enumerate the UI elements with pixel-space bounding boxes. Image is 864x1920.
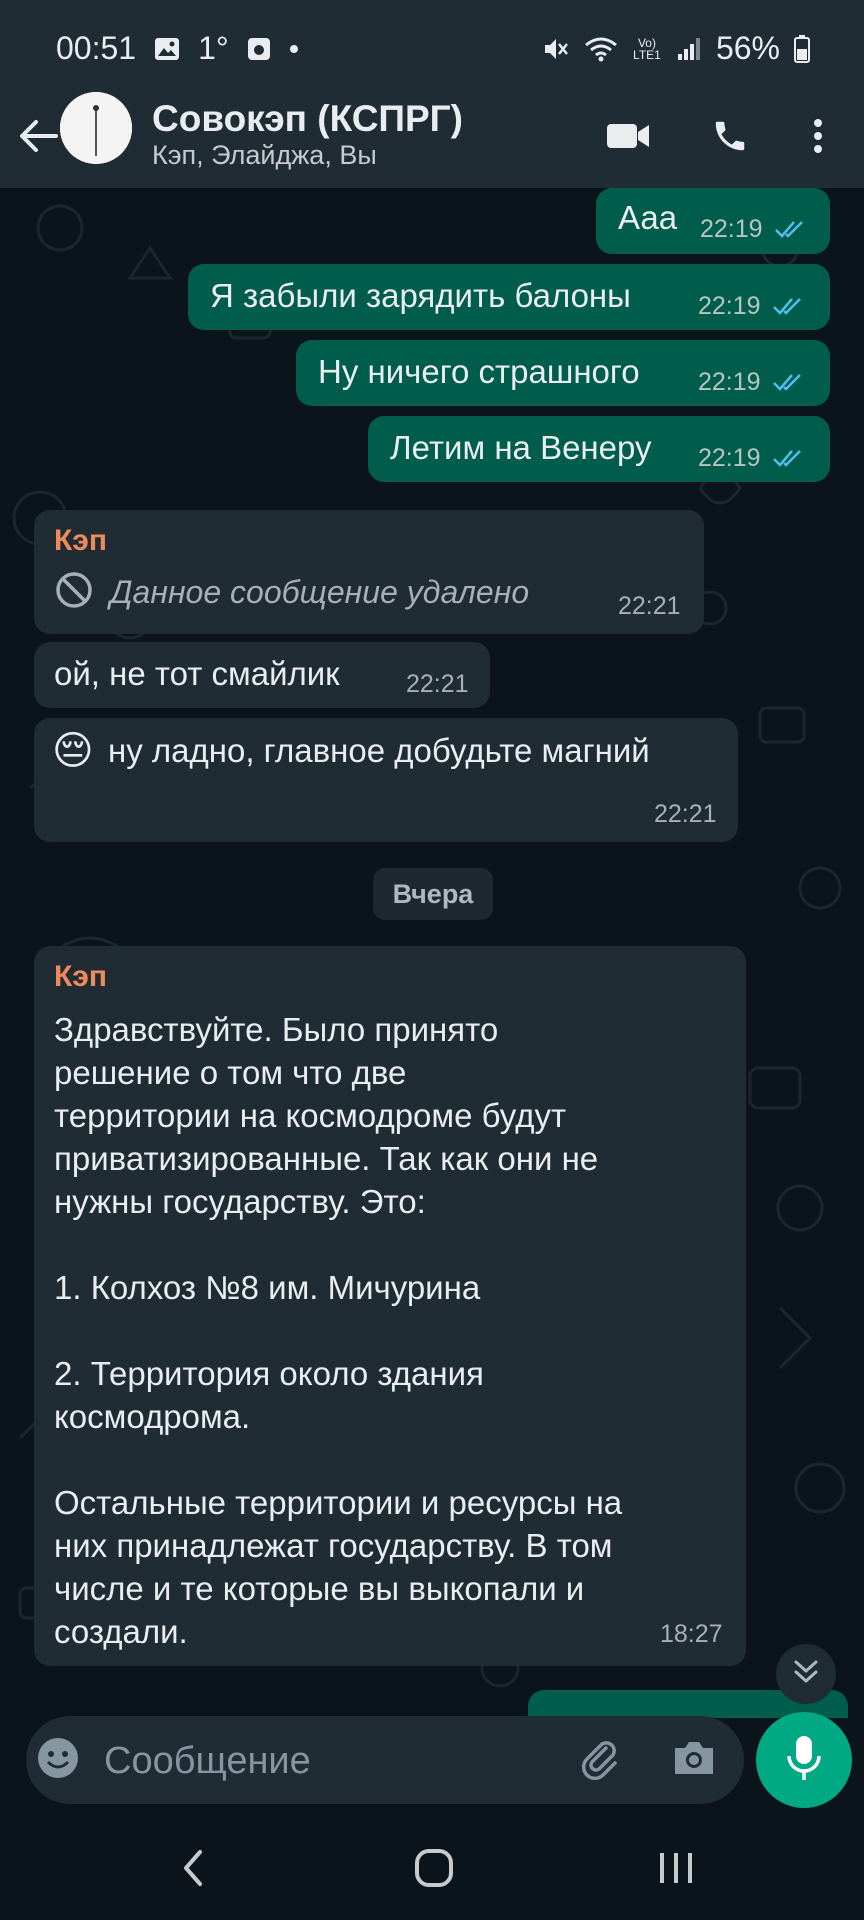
message-time: 22:19	[698, 444, 761, 472]
incoming-message[interactable]: 😔 ну ладно, главное добудьте магний 22:2…	[34, 718, 738, 842]
voice-call-button[interactable]	[702, 110, 758, 166]
attach-button[interactable]	[572, 1732, 628, 1788]
group-avatar[interactable]	[60, 92, 132, 164]
volte-label: Vo) LTE1	[633, 35, 661, 62]
message-time: 18:27	[660, 1620, 723, 1648]
sad-face-emoji: 😔	[52, 729, 94, 773]
status-bar: 00:51 1° Vo) LTE1 56%	[0, 0, 864, 96]
signal-icon	[676, 36, 702, 62]
message-time: 22:21	[654, 800, 717, 828]
more-vert-icon	[813, 118, 823, 159]
read-receipt-icon	[773, 450, 801, 467]
outgoing-message[interactable]: Ааа 22:19	[596, 188, 830, 254]
chat-participants[interactable]: Кэп, Элайджа, Вы	[152, 140, 377, 171]
voice-message-button[interactable]	[756, 1712, 852, 1808]
status-time: 00:51	[56, 30, 137, 66]
nav-recents-button[interactable]	[636, 1840, 716, 1900]
nav-back-button[interactable]	[152, 1840, 232, 1900]
video-call-icon	[606, 121, 650, 156]
nav-home-button[interactable]	[394, 1840, 474, 1900]
message-time: 22:19	[698, 292, 761, 320]
chevron-left-icon	[180, 1848, 204, 1893]
scroll-to-bottom-button[interactable]	[776, 1644, 836, 1704]
sender-name: Кэп	[54, 960, 107, 993]
chat-title[interactable]: Совокэп (КСПРГ)	[152, 98, 463, 140]
emoji-button[interactable]	[30, 1732, 86, 1788]
message-time: 22:21	[618, 592, 681, 620]
outgoing-message[interactable]: Я забыли зарядить балоны 22:19	[188, 264, 830, 330]
message-time: 22:21	[406, 670, 469, 698]
home-icon	[414, 1848, 454, 1893]
message-text: Ну ничего страшного	[318, 353, 640, 390]
wifi-icon	[584, 35, 618, 63]
battery-percent: 56%	[715, 30, 780, 66]
message-input[interactable]	[102, 1734, 566, 1788]
incoming-message-long[interactable]: Кэп Здравствуйте. Было принято решение о…	[34, 946, 746, 1666]
message-text: Ааа	[618, 199, 678, 236]
recents-icon	[656, 1850, 696, 1891]
deleted-message-text: Данное сообщение удалено	[110, 574, 530, 610]
outgoing-message[interactable]: Летим на Венеру 22:19	[368, 416, 830, 482]
phone-icon	[711, 117, 749, 160]
video-call-button[interactable]	[600, 110, 656, 166]
camera-icon	[671, 1738, 717, 1783]
attach-icon	[578, 1736, 622, 1785]
incoming-message-deleted[interactable]: Кэп Данное сообщение удалено 22:21	[34, 510, 704, 634]
app-notification-icon	[247, 37, 271, 61]
date-separator: Вчера	[373, 868, 493, 920]
volte-icon: Vo) LTE1	[632, 37, 662, 61]
arrow-left-icon	[18, 118, 58, 159]
more-options-button[interactable]	[790, 110, 846, 166]
status-temperature: 1°	[198, 30, 229, 66]
message-list[interactable]: Ааа 22:19 Я забыли зарядить балоны 22:19…	[0, 188, 864, 1718]
emoji-icon	[36, 1736, 80, 1785]
chat-header: Совокэп (КСПРГ) Кэп, Элайджа, Вы	[0, 92, 864, 188]
battery-icon	[794, 34, 810, 63]
mute-icon	[542, 35, 570, 63]
back-button[interactable]	[10, 110, 66, 166]
chevron-double-down-icon	[792, 1658, 820, 1691]
incoming-message[interactable]: ой, не тот смайлик 22:21	[34, 642, 490, 708]
read-receipt-icon	[775, 221, 803, 238]
dot-icon	[289, 44, 299, 54]
system-nav-bar	[0, 1820, 864, 1920]
read-receipt-icon	[773, 298, 801, 315]
mic-icon	[784, 1734, 824, 1787]
message-text: Летим на Венеру	[390, 429, 652, 466]
message-time: 22:19	[698, 368, 761, 396]
message-text: ой, не тот смайлик	[54, 655, 340, 692]
read-receipt-icon	[773, 374, 801, 391]
message-time: 22:19	[700, 215, 763, 243]
gallery-icon	[154, 37, 180, 61]
message-text: ну ладно, главное добудьте магний	[108, 732, 650, 769]
message-text: Я забыли зарядить балоны	[210, 277, 631, 314]
deleted-icon	[54, 570, 94, 615]
sender-name: Кэп	[54, 524, 107, 557]
message-composer	[26, 1716, 744, 1804]
camera-button[interactable]	[666, 1732, 722, 1788]
message-text: Здравствуйте. Было принято решение о том…	[54, 1011, 623, 1650]
outgoing-message[interactable]: Ну ничего страшного 22:19	[296, 340, 830, 406]
